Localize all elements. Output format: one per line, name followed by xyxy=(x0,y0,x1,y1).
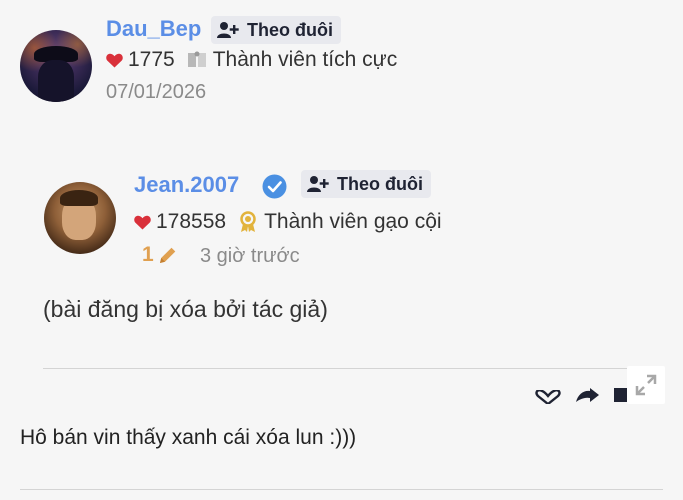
likes-count: 1775 xyxy=(128,48,175,71)
heart-icon xyxy=(106,53,123,67)
member-rank: Thành viên gạo cội xyxy=(264,210,442,233)
likes-count: 178558 xyxy=(156,210,227,233)
verified-icon xyxy=(262,174,287,199)
share-icon[interactable] xyxy=(574,388,600,402)
like-outline-icon[interactable] xyxy=(535,390,561,404)
avatar-dau-bep[interactable] xyxy=(20,30,92,102)
follow-label: Theo đuôi xyxy=(337,173,423,194)
award-icon xyxy=(240,211,256,232)
reply-content: Hô bán vin thấy xanh cái xóa lun :))) xyxy=(20,426,357,449)
member-rank: Thành viên tích cực xyxy=(212,48,398,71)
expand-button[interactable] xyxy=(627,366,665,404)
username-dau-bep[interactable]: Dau_Bep xyxy=(106,16,201,42)
reply-divider xyxy=(20,489,663,490)
post-content-deleted: (bài đăng bị xóa bởi tác giả) xyxy=(43,296,328,322)
post-divider xyxy=(43,368,663,369)
follow-button-dau-bep[interactable]: Theo đuôi xyxy=(211,16,341,44)
likes-stat-jean-2007: 178558 Thành viên gạo cội xyxy=(134,210,442,234)
edit-count: 1 xyxy=(142,243,154,266)
pencil-icon xyxy=(159,247,175,263)
avatar-jean-2007[interactable] xyxy=(44,182,116,254)
username-jean-2007[interactable]: Jean.2007 xyxy=(134,172,239,198)
post-date: 07/01/2026 xyxy=(106,81,207,103)
likes-stat-dau-bep: 1775 Thành viên tích cực xyxy=(106,48,397,72)
edit-indicator[interactable]: 1 xyxy=(142,243,178,267)
time-ago: 3 giờ trước xyxy=(200,245,300,267)
user-plus-icon xyxy=(307,176,329,192)
follow-label: Theo đuôi xyxy=(247,19,333,40)
user-plus-icon xyxy=(217,22,239,38)
heart-icon xyxy=(134,215,151,229)
follow-button-jean-2007[interactable]: Theo đuôi xyxy=(301,170,431,198)
expand-icon xyxy=(635,374,657,396)
book-icon xyxy=(187,51,206,67)
